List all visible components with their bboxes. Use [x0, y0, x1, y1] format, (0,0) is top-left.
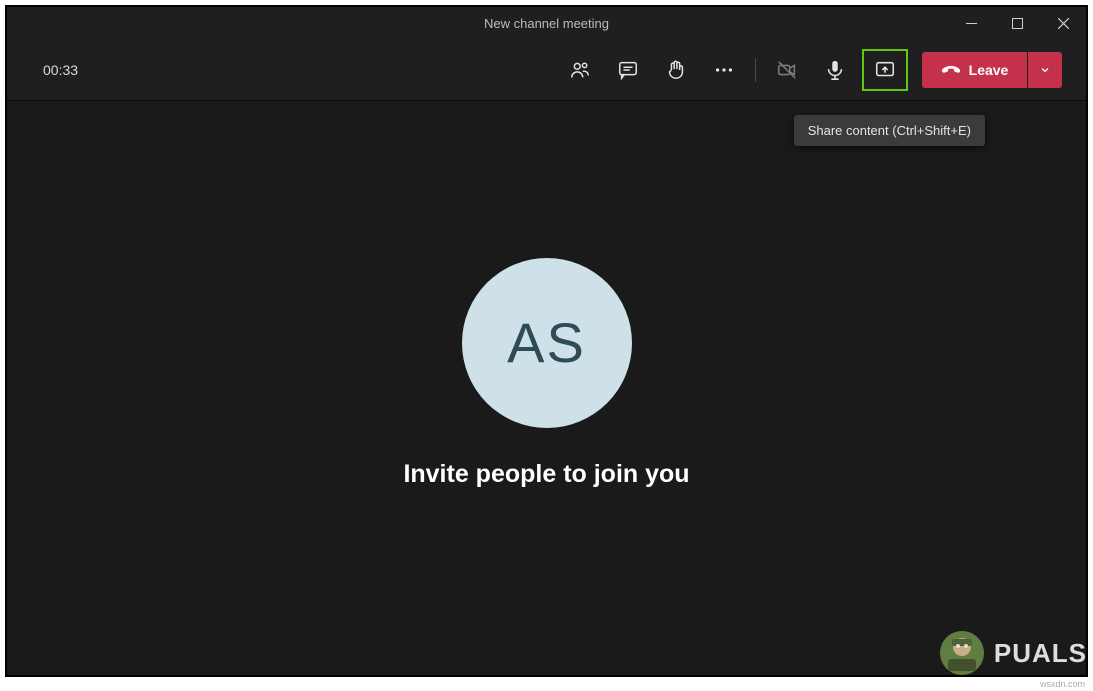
invite-message: Invite people to join you	[403, 460, 689, 489]
microphone-toggle-button[interactable]	[814, 50, 856, 90]
avatar-initials: AS	[507, 310, 586, 375]
meeting-stage: AS Invite people to join you	[7, 101, 1086, 675]
title-bar: New channel meeting	[7, 7, 1086, 39]
maximize-button[interactable]	[994, 7, 1040, 39]
maximize-icon	[1012, 18, 1023, 29]
more-actions-button[interactable]	[703, 50, 745, 90]
share-content-tooltip: Share content (Ctrl+Shift+E)	[794, 115, 985, 146]
microphone-icon	[824, 59, 846, 81]
leave-button[interactable]: Leave	[922, 52, 1027, 88]
share-content-highlight	[862, 49, 908, 91]
watermark-logo-icon	[938, 629, 986, 677]
camera-off-icon	[775, 59, 799, 81]
toolbar-divider	[755, 58, 756, 82]
camera-toggle-button[interactable]	[766, 50, 808, 90]
raise-hand-icon	[665, 59, 687, 81]
meeting-toolbar: 00:33	[7, 39, 1086, 101]
close-icon	[1058, 18, 1069, 29]
share-content-button[interactable]	[864, 51, 906, 89]
meeting-controls: Leave	[559, 49, 1062, 91]
leave-dropdown-button[interactable]	[1028, 52, 1062, 88]
app-window: New channel meeting 00:33	[5, 5, 1088, 677]
minimize-icon	[966, 23, 977, 24]
share-screen-icon	[874, 59, 896, 81]
window-title: New channel meeting	[145, 16, 948, 31]
watermark-caption: wsxdn.com	[1040, 679, 1085, 689]
raise-hand-button[interactable]	[655, 50, 697, 90]
more-icon	[713, 59, 735, 81]
chat-icon	[617, 59, 639, 81]
close-button[interactable]	[1040, 7, 1086, 39]
watermark: PUALS	[938, 629, 1087, 677]
leave-label: Leave	[969, 62, 1009, 78]
chat-button[interactable]	[607, 50, 649, 90]
meeting-timer: 00:33	[43, 62, 78, 78]
participant-avatar: AS	[462, 258, 632, 428]
window-controls	[948, 7, 1086, 39]
minimize-button[interactable]	[948, 7, 994, 39]
people-icon	[569, 59, 591, 81]
hangup-icon	[941, 60, 961, 80]
leave-group: Leave	[922, 52, 1062, 88]
people-button[interactable]	[559, 50, 601, 90]
watermark-brand: PUALS	[994, 638, 1087, 669]
chevron-down-icon	[1039, 64, 1051, 76]
